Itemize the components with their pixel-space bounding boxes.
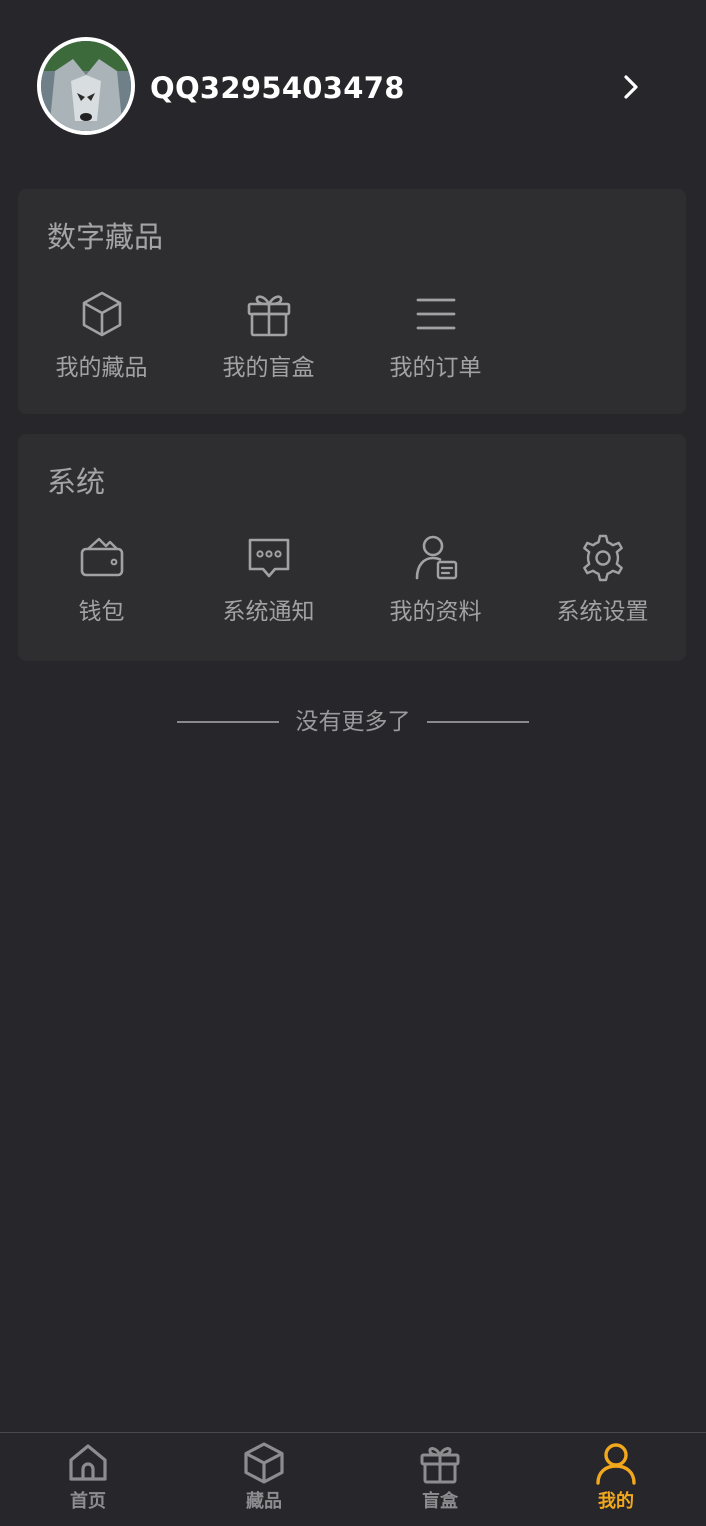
grid-label: 我的资料 <box>389 599 482 625</box>
page: QQ3295403478 数字藏品 我的藏品 我的盲盒 我的订单 系统 钱包 系… <box>0 0 706 1526</box>
grid-label: 我的藏品 <box>55 355 148 381</box>
list-icon <box>416 298 455 330</box>
cube-icon <box>244 1442 284 1484</box>
system-card: 系统 钱包 系统通知 我的资料 系统设置 <box>18 434 686 661</box>
tab-blind-box[interactable]: 盲盒 <box>352 1433 528 1526</box>
gear-icon <box>582 534 623 582</box>
card-title: 系统 <box>47 465 106 499</box>
profile-card-icon <box>415 535 457 580</box>
tab-home[interactable]: 首页 <box>0 1433 176 1526</box>
avatar[interactable] <box>37 37 135 135</box>
message-icon <box>248 538 289 578</box>
no-more-text: 没有更多了 <box>295 709 411 735</box>
system-notifications-button[interactable]: 系统通知 <box>185 531 352 629</box>
cube-icon <box>82 291 121 337</box>
gift-icon <box>247 295 290 337</box>
divider-line-right <box>427 721 529 723</box>
grid-label: 系统设置 <box>556 599 649 625</box>
no-more-divider: 没有更多了 <box>0 702 706 742</box>
my-profile-button[interactable]: 我的资料 <box>352 531 519 629</box>
my-blind-box-button[interactable]: 我的盲盒 <box>185 287 352 385</box>
grid-label: 我的盲盒 <box>222 355 315 381</box>
system-settings-button[interactable]: 系统设置 <box>519 531 686 629</box>
profile-header[interactable]: QQ3295403478 <box>0 0 706 170</box>
tab-label: 藏品 <box>246 1491 282 1512</box>
tab-label: 我的 <box>598 1491 634 1512</box>
card-title: 数字藏品 <box>47 220 164 254</box>
tab-label: 首页 <box>70 1491 106 1512</box>
avatar-image <box>41 41 131 131</box>
digital-collections-card: 数字藏品 我的藏品 我的盲盒 我的订单 <box>18 189 686 414</box>
wallet-icon <box>80 537 123 577</box>
grid-label: 我的订单 <box>389 355 482 381</box>
grid-label: 系统通知 <box>222 599 315 625</box>
grid-label: 钱包 <box>78 599 125 625</box>
chevron-right-icon[interactable] <box>612 68 650 106</box>
home-icon <box>69 1444 107 1481</box>
gift-icon <box>420 1447 460 1484</box>
bottom-tab-bar: 首页 藏品 盲盒 我的 <box>0 1432 706 1526</box>
tab-mine[interactable]: 我的 <box>528 1433 704 1526</box>
tab-label: 盲盒 <box>422 1491 458 1512</box>
my-orders-button[interactable]: 我的订单 <box>352 287 519 385</box>
tab-collections[interactable]: 藏品 <box>176 1433 352 1526</box>
my-collections-button[interactable]: 我的藏品 <box>18 287 185 385</box>
username: QQ3295403478 <box>150 71 405 105</box>
wallet-button[interactable]: 钱包 <box>18 531 185 629</box>
user-icon <box>596 1443 636 1485</box>
